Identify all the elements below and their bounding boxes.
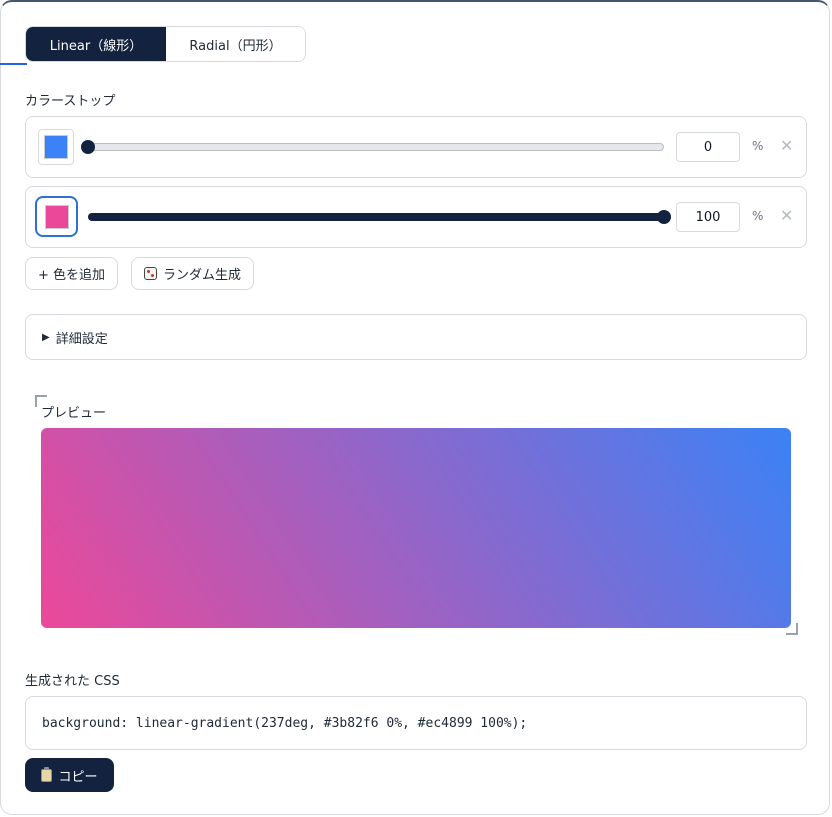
- tab-radial[interactable]: Radial（円形）: [166, 27, 305, 61]
- color-stop-row: % ✕: [25, 186, 807, 248]
- copy-label: コピー: [58, 769, 98, 785]
- remove-stop-icon[interactable]: ✕: [780, 206, 793, 225]
- copy-button[interactable]: コピー: [25, 758, 114, 792]
- css-code-text: background: linear-gradient(237deg, #3b8…: [42, 715, 528, 731]
- clipboard-icon: [41, 766, 53, 782]
- advanced-settings-label: 詳細設定: [55, 331, 108, 347]
- css-code-output[interactable]: background: linear-gradient(237deg, #3b8…: [25, 696, 807, 750]
- dice-icon: [144, 267, 157, 280]
- mode-tabs: Linear（線形） Radial（円形）: [25, 26, 306, 62]
- gradient-preview: [41, 428, 791, 628]
- color-stop-row: % ✕: [25, 116, 807, 178]
- random-generate-label: ランダム生成: [163, 268, 242, 283]
- preview-heading: プレビュー: [41, 406, 107, 421]
- color-stops-heading: カラーストップ: [25, 94, 116, 109]
- percent-unit: %: [752, 209, 764, 223]
- color-swatch: [44, 204, 69, 229]
- color-picker-button[interactable]: [38, 129, 74, 165]
- position-input[interactable]: [676, 132, 740, 162]
- position-input[interactable]: [676, 202, 740, 232]
- position-slider[interactable]: [88, 209, 671, 227]
- advanced-settings-toggle[interactable]: ▶ 詳細設定: [25, 314, 807, 360]
- add-color-button[interactable]: + 色を追加: [25, 257, 119, 290]
- position-slider[interactable]: [81, 139, 664, 157]
- percent-unit: %: [752, 139, 764, 153]
- resize-corner-bottom-right[interactable]: [786, 623, 798, 635]
- remove-stop-icon[interactable]: ✕: [780, 136, 793, 155]
- accent-indicator: [0, 63, 27, 65]
- expand-triangle-icon: ▶: [42, 331, 50, 343]
- color-picker-button[interactable]: [35, 196, 78, 237]
- css-output-heading: 生成された CSS: [25, 674, 120, 689]
- slider-thumb[interactable]: [81, 140, 95, 154]
- slider-fill: [88, 213, 664, 221]
- slider-thumb[interactable]: [657, 210, 671, 224]
- random-generate-button[interactable]: ランダム生成: [131, 257, 255, 290]
- slider-track: [88, 143, 664, 151]
- add-color-label: + 色を追加: [38, 268, 106, 283]
- tab-linear[interactable]: Linear（線形）: [26, 27, 166, 61]
- color-swatch: [44, 135, 68, 159]
